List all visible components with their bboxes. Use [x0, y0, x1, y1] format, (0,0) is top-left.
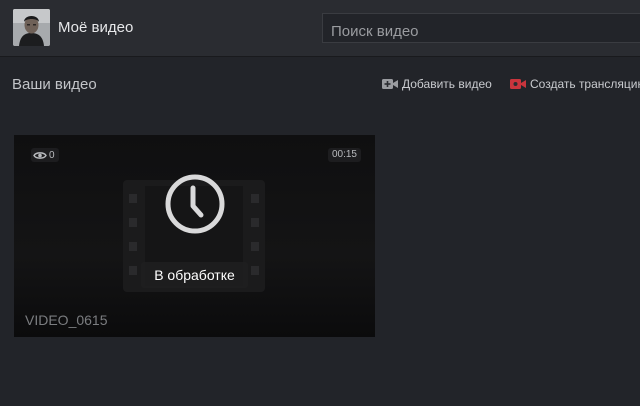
section-title: Ваши видео	[12, 76, 97, 93]
video-card[interactable]: 0 00:15 В обработке VIDEO_0615	[14, 135, 375, 337]
video-camera-plus-icon	[382, 78, 399, 90]
views-count: 0	[49, 149, 55, 161]
add-video-label: Добавить видео	[402, 77, 492, 91]
create-stream-label: Создать трансляцию	[530, 77, 640, 91]
duration-badge: 00:15	[327, 148, 361, 162]
search-input[interactable]	[322, 13, 640, 43]
broadcast-camera-icon	[510, 78, 527, 90]
processing-status: В обработке	[141, 262, 248, 288]
add-video-button[interactable]: Добавить видео	[382, 77, 492, 91]
avatar[interactable]	[13, 9, 50, 46]
page-title: Моё видео	[58, 19, 134, 36]
user-avatar-image	[13, 9, 50, 46]
top-bar: Моё видео	[0, 0, 640, 57]
clock-icon	[165, 174, 225, 234]
eye-icon	[33, 151, 47, 159]
create-stream-button[interactable]: Создать трансляцию	[510, 77, 640, 91]
video-title: VIDEO_0615	[25, 312, 108, 328]
views-badge: 0	[31, 148, 59, 162]
